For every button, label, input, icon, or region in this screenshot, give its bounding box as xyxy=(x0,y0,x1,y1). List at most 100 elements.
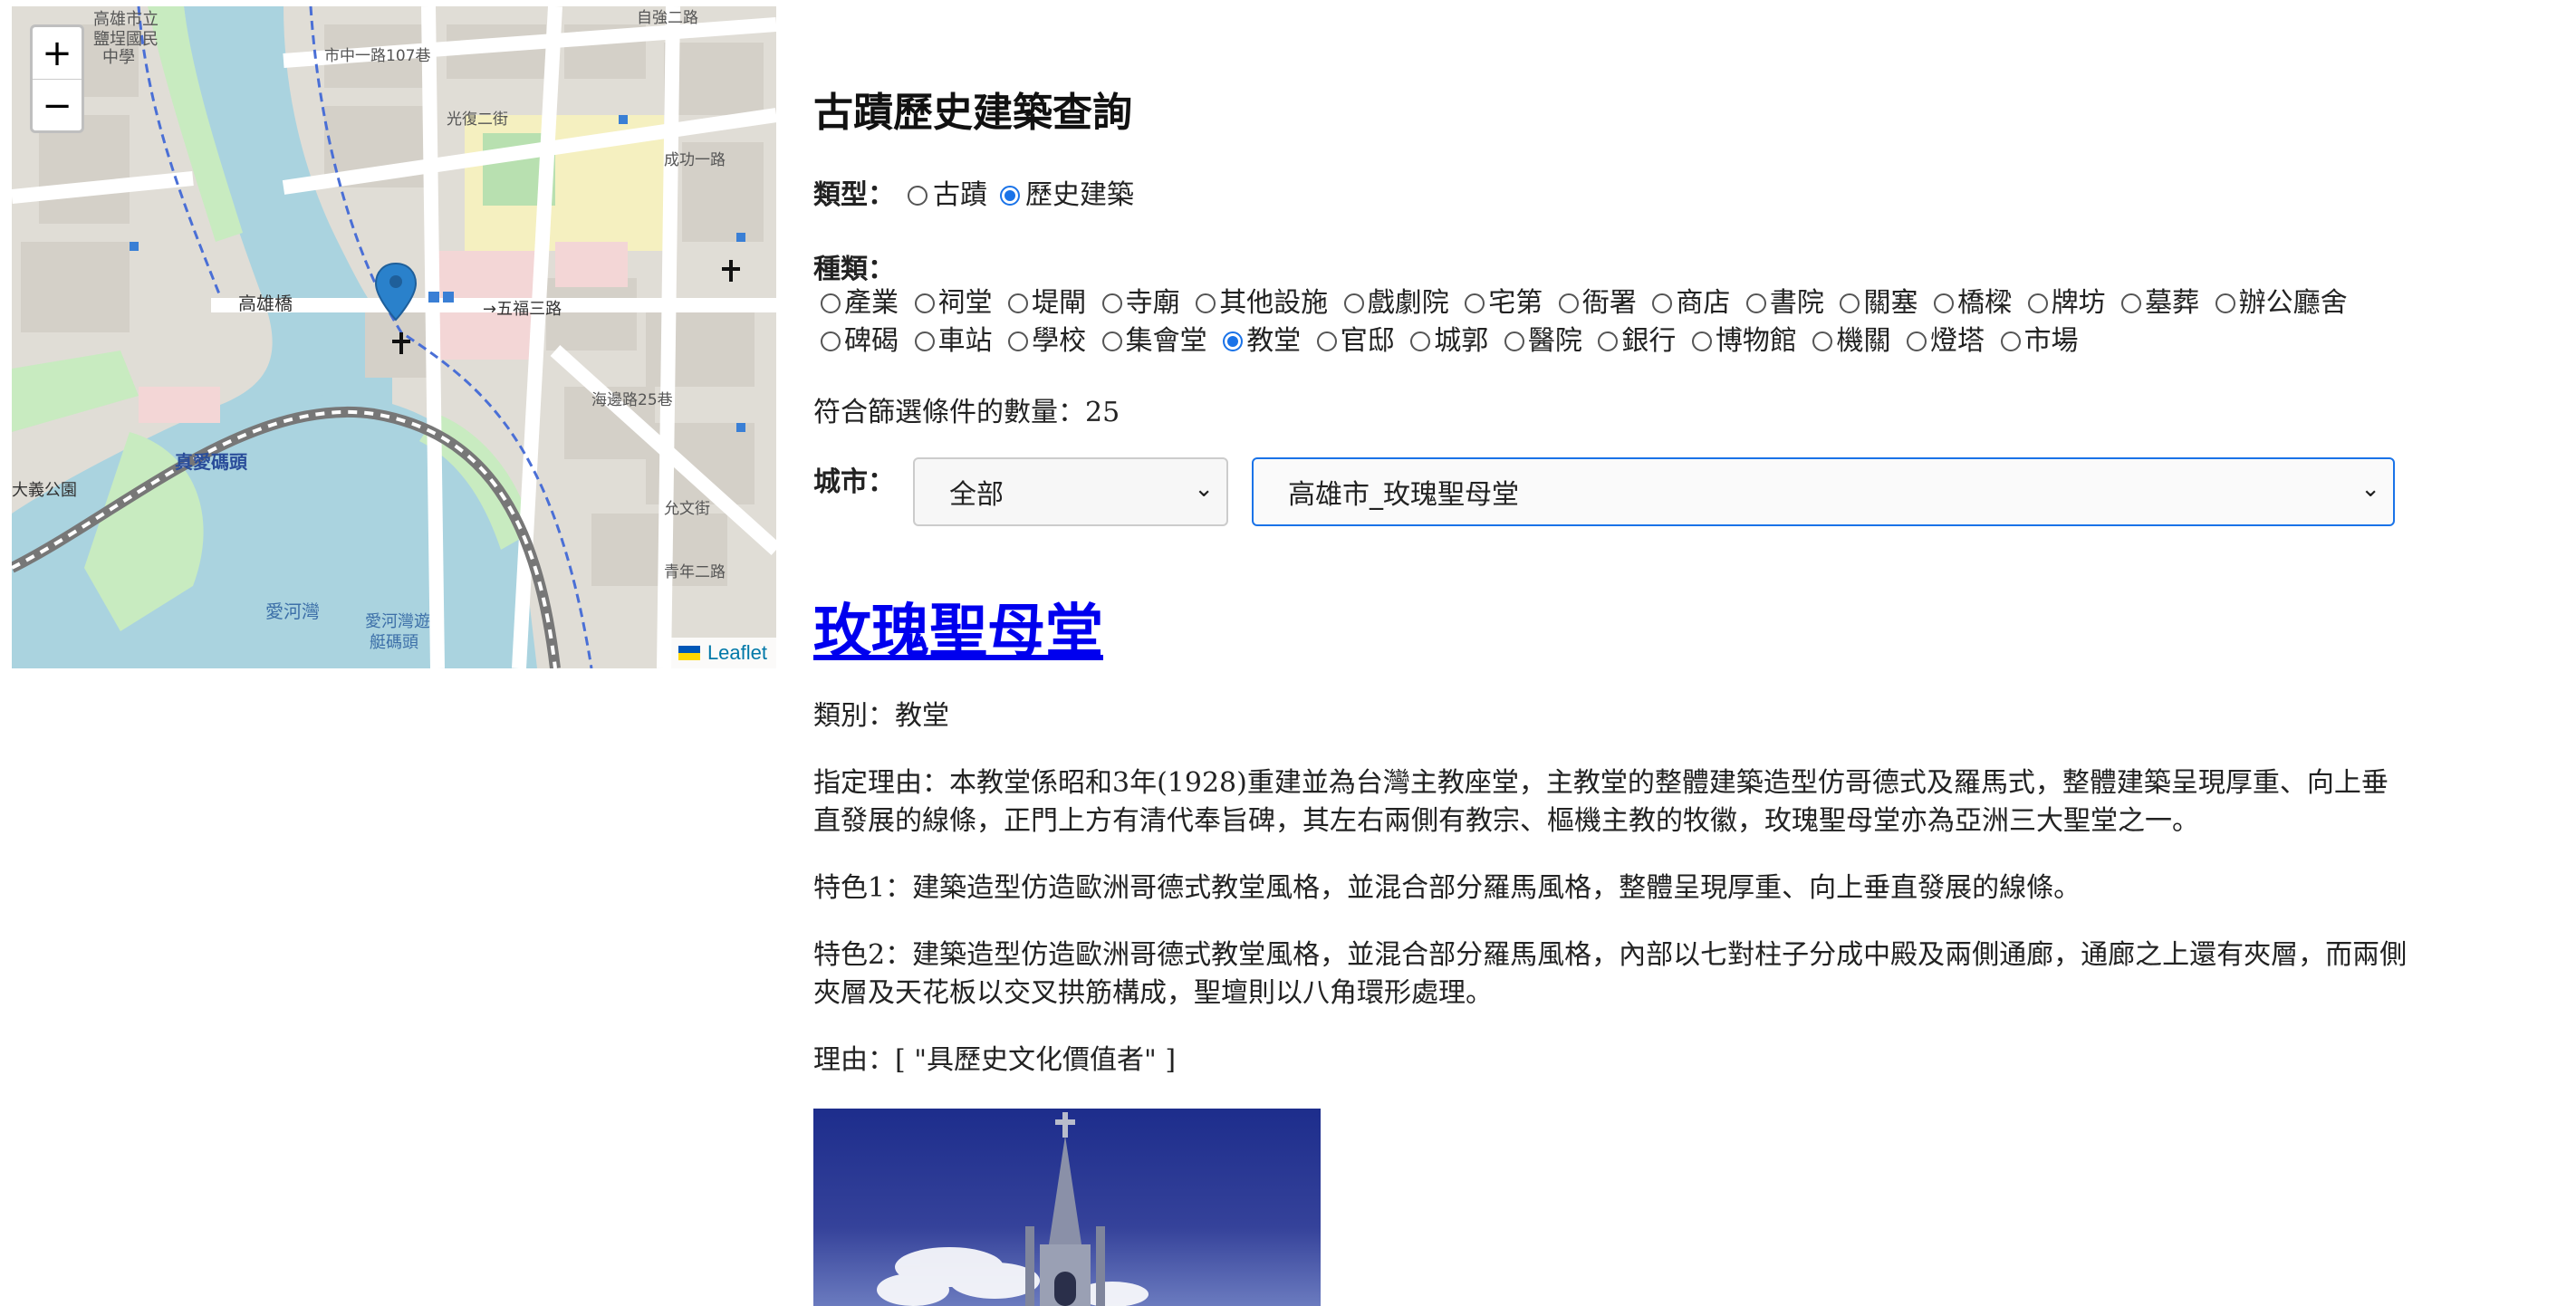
kind-radio[interactable] xyxy=(1008,293,1029,313)
kind-option-label[interactable]: 關塞 xyxy=(1863,287,1918,319)
kind-radio[interactable] xyxy=(1934,293,1955,313)
kind-radio[interactable] xyxy=(1558,293,1579,313)
kind-radio[interactable] xyxy=(1316,331,1337,351)
kind-radio[interactable] xyxy=(1008,331,1029,351)
kind-option-label[interactable]: 牌坊 xyxy=(2052,287,2106,319)
kind-option[interactable]: 宅第 xyxy=(1457,287,1543,319)
kind-option[interactable]: 車站 xyxy=(908,325,993,357)
kind-radio[interactable] xyxy=(821,331,841,351)
kind-radio[interactable] xyxy=(1691,331,1712,351)
kind-option-label[interactable]: 橋樑 xyxy=(1957,287,2012,319)
kind-option-label[interactable]: 機關 xyxy=(1836,325,1890,357)
type-radio[interactable] xyxy=(1000,186,1020,206)
kind-option[interactable]: 市場 xyxy=(1994,325,2079,357)
kind-option-label[interactable]: 官邸 xyxy=(1341,325,1395,357)
kind-option[interactable]: 機關 xyxy=(1805,325,1890,357)
kind-option-label[interactable]: 辦公廳舍 xyxy=(2239,287,2348,319)
kind-option-label[interactable]: 產業 xyxy=(844,287,899,319)
kind-option-label[interactable]: 堤閘 xyxy=(1032,287,1086,319)
kind-radio[interactable] xyxy=(1745,293,1766,313)
kind-option-label[interactable]: 集會堂 xyxy=(1126,325,1207,357)
kind-radio[interactable] xyxy=(914,331,935,351)
kind-option-label[interactable]: 學校 xyxy=(1032,325,1086,357)
kind-option[interactable]: 書院 xyxy=(1739,287,1824,319)
kind-radio[interactable] xyxy=(1101,293,1122,313)
type-radio[interactable] xyxy=(908,186,928,206)
map-marker-icon[interactable] xyxy=(374,262,418,334)
city-select[interactable]: 全部 ⌄ xyxy=(913,457,1228,526)
kind-option[interactable]: 關塞 xyxy=(1832,287,1918,319)
site-title-link[interactable]: 玫瑰聖母堂 xyxy=(813,585,1103,668)
site-select[interactable]: 高雄市_玫瑰聖母堂 ⌄ xyxy=(1252,457,2395,526)
map[interactable]: 高雄市立 鹽埕國民 中學 高雄橋 →五福三路 真愛碼頭 大義公園 愛河灣 愛河灣… xyxy=(12,6,776,668)
kind-option-label[interactable]: 商店 xyxy=(1676,287,1730,319)
kind-option-label[interactable]: 教堂 xyxy=(1246,325,1301,357)
kind-option[interactable]: 銀行 xyxy=(1591,325,1676,357)
kind-radio[interactable] xyxy=(2121,293,2142,313)
svg-text:成功一路: 成功一路 xyxy=(664,151,726,169)
map-tiles[interactable]: 高雄市立 鹽埕國民 中學 高雄橋 →五福三路 真愛碼頭 大義公園 愛河灣 愛河灣… xyxy=(12,6,776,668)
zoom-out-button[interactable]: − xyxy=(33,79,82,130)
kind-option-label[interactable]: 博物館 xyxy=(1716,325,1797,357)
kind-radio[interactable] xyxy=(2000,331,2021,351)
kind-option[interactable]: 城郭 xyxy=(1403,325,1488,357)
kind-radio[interactable] xyxy=(1223,331,1244,351)
kind-option-label[interactable]: 書院 xyxy=(1770,287,1824,319)
kind-option-label[interactable]: 碑碣 xyxy=(844,325,899,357)
kind-option-label[interactable]: 燈塔 xyxy=(1930,325,1985,357)
kind-option[interactable]: 墓葬 xyxy=(2114,287,2199,319)
kind-radio[interactable] xyxy=(1465,293,1485,313)
kind-option-label[interactable]: 城郭 xyxy=(1434,325,1488,357)
kind-radio[interactable] xyxy=(914,293,935,313)
kind-radio[interactable] xyxy=(1907,331,1927,351)
kind-option[interactable]: 學校 xyxy=(1001,325,1086,357)
kind-option-label[interactable]: 車站 xyxy=(938,325,993,357)
svg-text:市中一路107巷: 市中一路107巷 xyxy=(324,47,430,65)
kind-option[interactable]: 戲劇院 xyxy=(1337,287,1449,319)
kind-radio[interactable] xyxy=(1410,331,1431,351)
kind-radio[interactable] xyxy=(2215,293,2235,313)
map-label-school: 高雄市立 xyxy=(93,10,159,29)
kind-option-label[interactable]: 墓葬 xyxy=(2145,287,2199,319)
kind-radio[interactable] xyxy=(1196,293,1216,313)
kind-radio[interactable] xyxy=(1101,331,1122,351)
kind-radio[interactable] xyxy=(2027,293,2048,313)
kind-option[interactable]: 其他設施 xyxy=(1188,287,1328,319)
kind-option-label[interactable]: 寺廟 xyxy=(1126,287,1180,319)
kind-option[interactable]: 衙署 xyxy=(1552,287,1637,319)
leaflet-link[interactable]: Leaflet xyxy=(707,641,767,665)
kind-radio[interactable] xyxy=(1652,293,1673,313)
kind-option[interactable]: 橋樑 xyxy=(1927,287,2012,319)
kind-option[interactable]: 醫院 xyxy=(1497,325,1582,357)
kind-option[interactable]: 博物館 xyxy=(1685,325,1797,357)
kind-option-label[interactable]: 銀行 xyxy=(1621,325,1676,357)
kind-option-label[interactable]: 其他設施 xyxy=(1219,287,1328,319)
kind-radio[interactable] xyxy=(1343,293,1364,313)
kind-radio[interactable] xyxy=(1598,331,1619,351)
kind-option[interactable]: 商店 xyxy=(1645,287,1730,319)
kind-radio[interactable] xyxy=(1840,293,1860,313)
type-option-label[interactable]: 古蹟 xyxy=(933,179,987,211)
kind-option[interactable]: 官邸 xyxy=(1310,325,1395,357)
kind-radio[interactable] xyxy=(821,293,841,313)
kind-option-label[interactable]: 市場 xyxy=(2024,325,2079,357)
kind-option[interactable]: 堤閘 xyxy=(1001,287,1086,319)
kind-radio[interactable] xyxy=(1812,331,1833,351)
kind-option[interactable]: 寺廟 xyxy=(1095,287,1180,319)
kind-radio[interactable] xyxy=(1504,331,1524,351)
kind-option-label[interactable]: 祠堂 xyxy=(938,287,993,319)
kind-option[interactable]: 碑碣 xyxy=(813,325,899,357)
zoom-in-button[interactable]: + xyxy=(33,27,82,79)
kind-option-label[interactable]: 宅第 xyxy=(1488,287,1543,319)
kind-option-label[interactable]: 戲劇院 xyxy=(1368,287,1449,319)
type-option-label[interactable]: 歷史建築 xyxy=(1025,179,1134,211)
kind-option[interactable]: 燈塔 xyxy=(1899,325,1985,357)
kind-option[interactable]: 牌坊 xyxy=(2021,287,2106,319)
kind-option[interactable]: 辦公廳舍 xyxy=(2208,287,2348,319)
kind-option-label[interactable]: 醫院 xyxy=(1528,325,1582,357)
kind-option[interactable]: 集會堂 xyxy=(1095,325,1207,357)
kind-option[interactable]: 產業 xyxy=(813,287,899,319)
kind-option[interactable]: 教堂 xyxy=(1216,325,1301,357)
kind-option[interactable]: 祠堂 xyxy=(908,287,993,319)
kind-option-label[interactable]: 衙署 xyxy=(1582,287,1637,319)
